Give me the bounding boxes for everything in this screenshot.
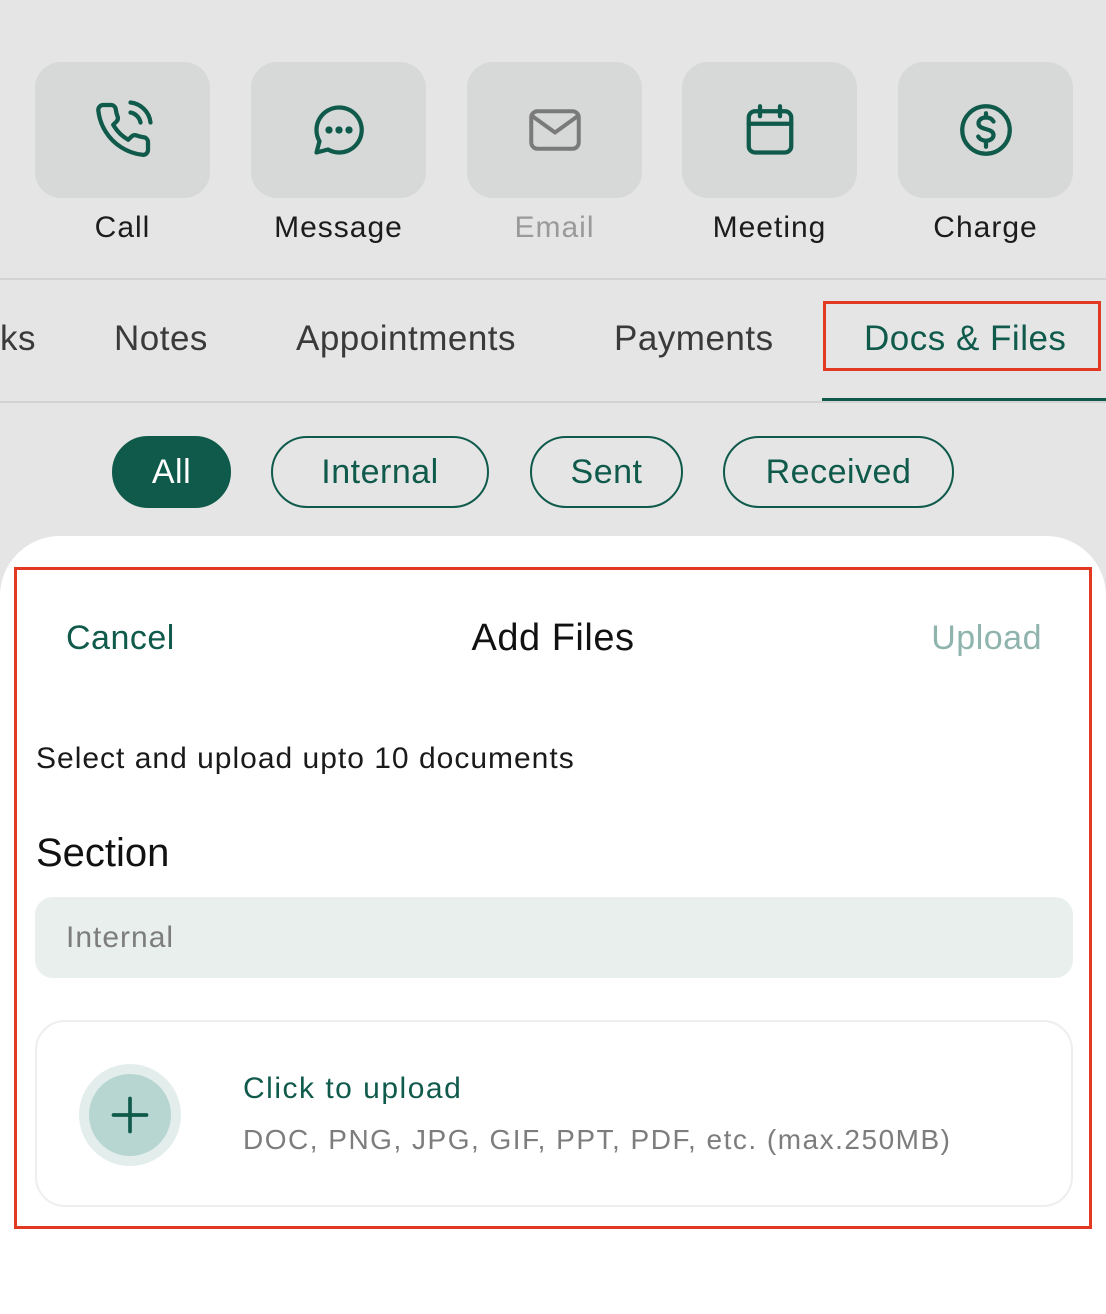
charge-tile[interactable] bbox=[898, 62, 1073, 198]
plus-icon bbox=[111, 1096, 149, 1134]
message-label: Message bbox=[274, 211, 403, 244]
section-select[interactable]: Internal bbox=[35, 897, 1073, 978]
section-select-value: Internal bbox=[66, 920, 175, 954]
tabs-divider bbox=[0, 401, 1106, 403]
call-label: Call bbox=[94, 211, 151, 244]
meeting-tile[interactable] bbox=[682, 62, 857, 198]
quick-actions-bar: Call Message Email Meeting Charge bbox=[0, 0, 1106, 278]
upload-plus-button[interactable] bbox=[79, 1064, 181, 1166]
click-to-upload-link[interactable]: Click to upload bbox=[243, 1070, 462, 1108]
meeting-action[interactable]: Meeting bbox=[682, 62, 857, 246]
message-icon bbox=[313, 105, 364, 155]
tab-bar: ks Notes Appointments Payments Docs & Fi… bbox=[0, 280, 1106, 403]
tab-tasks-partial[interactable]: ks bbox=[0, 316, 36, 362]
file-upload-zone[interactable]: Click to upload DOC, PNG, JPG, GIF, PPT,… bbox=[35, 1020, 1073, 1207]
charge-action[interactable]: Charge bbox=[898, 62, 1073, 246]
email-label: Email bbox=[514, 211, 595, 244]
calendar-icon bbox=[746, 104, 793, 155]
charge-label: Charge bbox=[933, 211, 1038, 244]
section-label: Section bbox=[36, 831, 170, 875]
email-action[interactable]: Email bbox=[467, 62, 642, 246]
tab-appointments[interactable]: Appointments bbox=[296, 316, 516, 362]
call-action[interactable]: Call bbox=[35, 62, 210, 246]
call-tile[interactable] bbox=[35, 62, 210, 198]
filter-chip-sent[interactable]: Sent bbox=[530, 436, 683, 508]
mail-icon bbox=[528, 109, 581, 151]
tab-payments[interactable]: Payments bbox=[614, 316, 774, 362]
email-tile[interactable] bbox=[467, 62, 642, 198]
phone-icon bbox=[95, 100, 153, 157]
tab-notes[interactable]: Notes bbox=[114, 316, 208, 362]
upload-button[interactable]: Upload bbox=[931, 616, 1042, 660]
filter-chip-internal[interactable]: Internal bbox=[271, 436, 489, 508]
filter-chip-all[interactable]: All bbox=[112, 436, 231, 508]
message-action[interactable]: Message bbox=[251, 62, 426, 246]
meeting-label: Meeting bbox=[712, 211, 827, 244]
message-tile[interactable] bbox=[251, 62, 426, 198]
filter-chip-received[interactable]: Received bbox=[723, 436, 954, 508]
upload-plus-inner bbox=[89, 1074, 171, 1156]
dollar-icon bbox=[959, 104, 1012, 156]
file-types-hint: DOC, PNG, JPG, GIF, PPT, PDF, etc. (max.… bbox=[243, 1124, 952, 1155]
upload-instruction: Select and upload upto 10 documents bbox=[36, 742, 575, 775]
docs-files-highlight-box bbox=[823, 301, 1101, 371]
